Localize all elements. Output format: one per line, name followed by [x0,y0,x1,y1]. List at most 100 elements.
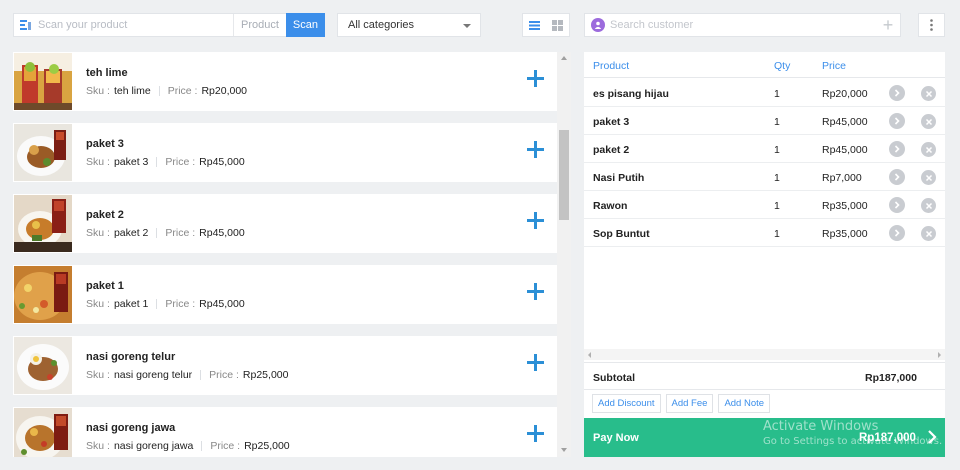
divider [158,85,160,96]
more-options-button[interactable] [918,13,945,37]
sku-value: nasi goreng jawa [113,439,194,452]
close-icon [925,202,932,209]
sku-value: paket 1 [113,297,149,310]
cart-item-qty: 1 [774,200,780,212]
product-name: paket 3 [86,137,124,150]
add-product-icon[interactable] [527,283,544,300]
category-selected-label: All categories [348,19,415,31]
edit-item-button[interactable] [889,197,905,213]
sku-value: paket 3 [113,155,149,168]
cart-item-name: Nasi Putih [593,172,645,184]
chevron-right-icon [894,229,900,237]
product-mode-button[interactable]: Product [233,14,286,36]
cart-item-name: Rawon [593,200,628,212]
cart-item-price: Rp45,000 [822,144,868,156]
cart-header: Product Qty Price [584,52,945,78]
scroll-down-arrow-icon[interactable] [561,448,567,452]
remove-item-button[interactable] [921,114,936,129]
customer-search-input[interactable] [610,14,876,36]
remove-item-button[interactable] [921,226,936,241]
scroll-left-arrow-icon[interactable] [588,352,591,358]
cart-horizontal-scrollbar[interactable] [584,349,945,360]
cart-row: paket 2 1 Rp45,000 [584,135,945,163]
price-label: Price : [210,439,241,452]
scan-mode-button[interactable]: Scan [285,13,325,37]
add-discount-button[interactable]: Add Discount [592,394,661,413]
edit-item-button[interactable] [889,141,905,157]
price-label: Price : [165,297,196,310]
divider [156,227,158,238]
edit-item-button[interactable] [889,113,905,129]
cart-item-price: Rp45,000 [822,116,868,128]
price-label: Price : [165,226,196,239]
divider [156,298,158,309]
cart-row: es pisang hijau 1 Rp20,000 [584,79,945,107]
price-label: Price : [167,84,198,97]
remove-item-button[interactable] [921,170,936,185]
subtotal-label: Subtotal [593,372,635,384]
subtotal-row: Subtotal Rp187,000 [584,362,945,390]
add-note-button[interactable]: Add Note [718,394,771,413]
kebab-menu-icon [930,19,933,31]
product-name: nasi goreng telur [86,350,176,363]
remove-item-button[interactable] [921,142,936,157]
remove-item-button[interactable] [921,86,936,101]
add-product-icon[interactable] [527,141,544,158]
list-view-button[interactable] [523,14,546,36]
scroll-right-arrow-icon[interactable] [938,352,941,358]
chevron-right-icon [894,173,900,181]
product-image [14,266,72,323]
product-card[interactable]: paket 3 Sku : paket 3 Price : Rp45,000 [13,123,558,182]
product-card[interactable]: paket 2 Sku : paket 2 Price : Rp45,000 [13,194,558,253]
add-fee-button[interactable]: Add Fee [665,394,714,413]
watermark-title: Activate Windows [763,419,879,434]
product-name: paket 1 [86,279,124,292]
edit-item-button[interactable] [889,85,905,101]
customer-icon [591,18,605,32]
chevron-down-icon [463,24,471,28]
header-price: Price [822,60,846,72]
remove-item-button[interactable] [921,198,936,213]
close-icon [925,146,932,153]
add-product-icon[interactable] [527,354,544,371]
product-card[interactable]: paket 1 Sku : paket 1 Price : Rp45,000 [13,265,558,324]
edit-item-button[interactable] [889,169,905,185]
scan-product-input[interactable] [38,14,233,36]
chevron-right-icon [894,201,900,209]
product-image [14,195,72,252]
add-product-icon[interactable] [527,425,544,442]
cart-item-price: Rp20,000 [822,88,868,100]
scroll-up-arrow-icon[interactable] [561,56,567,60]
product-card[interactable]: teh lime Sku : teh lime Price : Rp20,000 [13,52,558,111]
list-view-icon [529,20,540,30]
product-name: paket 2 [86,208,124,221]
price-value: Rp25,000 [242,368,289,381]
product-card[interactable]: nasi goreng telur Sku : nasi goreng telu… [13,336,558,395]
sku-label: Sku : [86,84,110,97]
grid-view-button[interactable] [546,14,569,36]
price-value: Rp25,000 [244,439,290,452]
watermark-subtitle: Go to Settings to activate Windows. [763,436,943,447]
add-product-icon[interactable] [527,212,544,229]
category-select[interactable]: All categories [337,13,481,37]
product-name: teh lime [86,66,128,79]
cart-item-qty: 1 [774,116,780,128]
chevron-right-icon [894,89,900,97]
add-product-icon[interactable] [527,70,544,87]
cart-item-price: Rp35,000 [822,200,868,212]
product-image [14,53,72,110]
price-value: Rp45,000 [199,155,245,168]
product-card[interactable]: nasi goreng jawa Sku : nasi goreng jawa … [13,407,558,457]
activate-windows-watermark: Activate Windows Go to Settings to activ… [763,419,942,447]
chevron-right-icon [894,117,900,125]
edit-item-button[interactable] [889,225,905,241]
divider [201,440,203,451]
scrollbar-thumb[interactable] [559,130,569,220]
subtotal-value: Rp187,000 [865,372,917,384]
add-customer-button[interactable]: + [876,16,900,34]
price-value: Rp20,000 [201,84,248,97]
sku-label: Sku : [86,226,110,239]
cart-actions: Add Discount Add Fee Add Note [592,394,771,413]
product-list-scrollbar[interactable] [557,52,571,457]
price-value: Rp45,000 [199,226,245,239]
